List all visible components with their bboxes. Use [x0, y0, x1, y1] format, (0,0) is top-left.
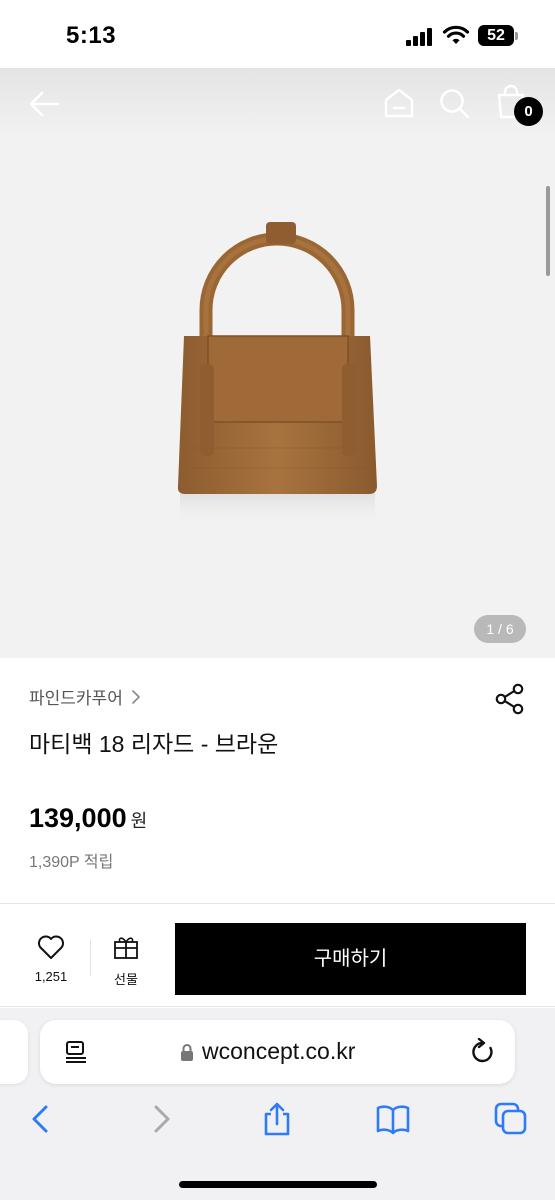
status-bar: 5:13 52 [0, 0, 555, 68]
price: 139,000 원 [29, 803, 147, 834]
wifi-icon [442, 25, 470, 44]
brand-link[interactable]: 파인드카푸어 [29, 684, 141, 709]
product-title: 마티백 18 리자드 - 브라운 [29, 731, 279, 757]
back-arrow-icon[interactable] [26, 88, 62, 120]
cellular-signal-icon [406, 28, 434, 46]
price-value: 139,000 [29, 803, 127, 833]
tabs-icon[interactable] [494, 1102, 528, 1136]
reward-points: 1,390P 적립 [29, 854, 114, 871]
cart-count-badge: 0 [514, 97, 543, 126]
scrollbar[interactable] [546, 186, 550, 276]
like-count: 1,251 [34, 969, 68, 984]
share-up-icon[interactable] [260, 1102, 294, 1136]
brand-name: 파인드카푸어 [29, 689, 123, 708]
buy-button[interactable]: 구매하기 [175, 923, 526, 995]
image-page-counter: 1 / 6 [474, 615, 526, 643]
divider [90, 940, 91, 976]
home-indicator[interactable] [179, 1181, 377, 1188]
status-time: 5:13 [66, 22, 117, 49]
gift-icon [114, 937, 138, 959]
previous-tab-preview[interactable] [0, 1020, 28, 1084]
browser-toolbar: wconcept.co.kr [0, 1008, 555, 1200]
reader-icon[interactable] [64, 1040, 88, 1064]
url-text: wconcept.co.kr [202, 1038, 356, 1064]
bookmarks-icon[interactable] [376, 1102, 410, 1136]
back-icon[interactable] [24, 1102, 58, 1136]
price-unit: 원 [130, 811, 148, 831]
battery-level: 52 [478, 25, 514, 46]
search-icon[interactable] [437, 86, 471, 120]
address-bar[interactable]: wconcept.co.kr [40, 1020, 515, 1084]
product-image-gallery[interactable]: 0 1 / 6 [0, 68, 555, 658]
forward-icon[interactable] [144, 1102, 178, 1136]
home-icon[interactable] [382, 86, 416, 120]
purchase-action-bar: 1,251 선물 구매하기 [0, 903, 555, 1007]
lock-icon [181, 1044, 193, 1061]
gift-label: 선물 [114, 972, 138, 987]
like-button[interactable]: 1,251 [28, 934, 74, 990]
product-photo [177, 222, 377, 526]
gift-button[interactable]: 선물 [106, 934, 146, 990]
share-icon[interactable] [494, 683, 526, 715]
chevron-right-icon [132, 689, 140, 704]
reload-icon[interactable] [470, 1038, 496, 1066]
battery-icon: 52 [478, 25, 518, 46]
heart-icon [38, 935, 64, 959]
